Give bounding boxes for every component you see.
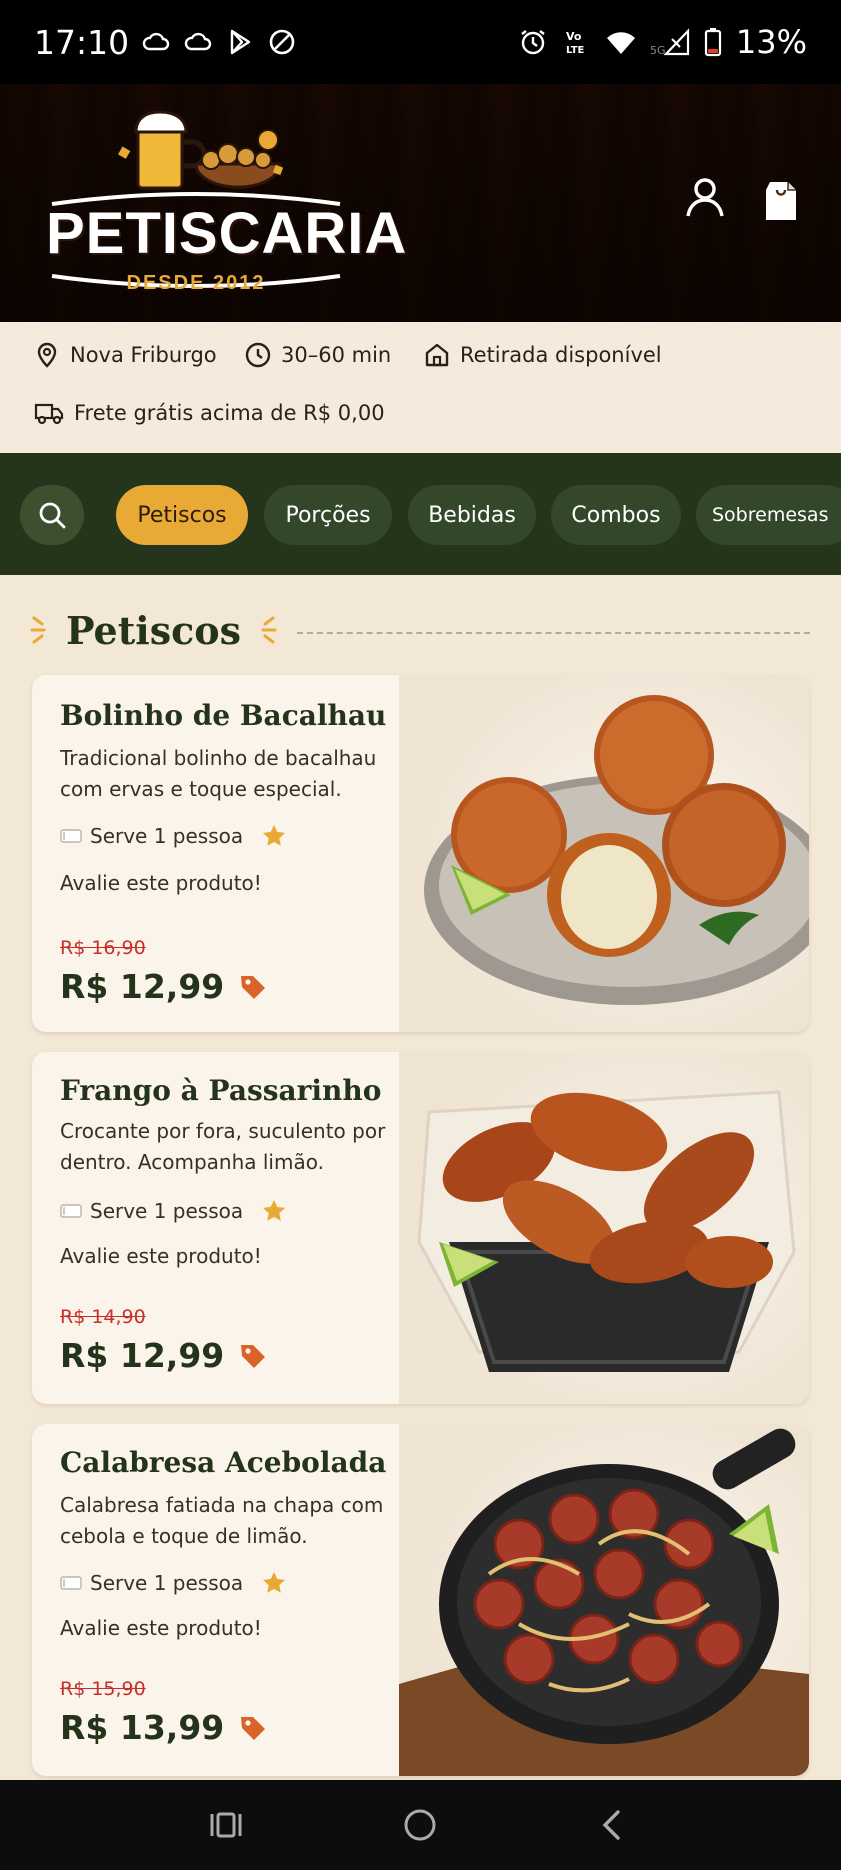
category-chip-combos[interactable]: Combos: [551, 485, 681, 545]
svg-text:Vo: Vo: [566, 30, 582, 43]
plate-icon: [60, 1576, 82, 1590]
calabresa-acebolada-image: [399, 1424, 809, 1776]
product-price: R$ 13,99: [60, 1708, 268, 1747]
product-price: R$ 12,99: [60, 1336, 268, 1375]
category-chip-petiscos[interactable]: Petiscos: [116, 485, 248, 545]
product-description-line: Tradicional bolinho de bacalhau: [60, 746, 377, 770]
product-serves: Serve 1 pessoa: [60, 1198, 287, 1224]
logo-subtitle: DESDE 2012: [126, 272, 266, 294]
old-price: R$ 14,90: [60, 1306, 146, 1328]
product-description: Crocante por fora, suculento por dentro.…: [60, 1116, 400, 1178]
section-divider: [297, 632, 810, 634]
product-card[interactable]: Bolinho de Bacalhau Tradicional bolinho …: [32, 675, 809, 1032]
price-value: R$ 13,99: [60, 1708, 225, 1747]
star-icon[interactable]: [261, 823, 287, 849]
frango-a-passarinho-image: [399, 1052, 809, 1404]
product-name: Frango à Passarinho: [60, 1074, 382, 1107]
alarm-icon: [521, 30, 545, 55]
wifi-icon: [606, 32, 635, 54]
battery-icon: [704, 28, 721, 57]
product-serves-text: Serve 1 pessoa: [90, 824, 244, 848]
category-chip-bebidas[interactable]: Bebidas: [408, 485, 536, 545]
beer-and-snacks-logo-art: [118, 110, 284, 190]
category-bar: Petiscos Porções Bebidas Combos Sobremes…: [0, 453, 841, 575]
product-description-line: com ervas e toque especial.: [60, 777, 342, 801]
product-serves: Serve 1 pessoa: [60, 823, 287, 849]
status-time: 17:10: [34, 22, 130, 62]
search-button[interactable]: [20, 485, 84, 545]
info-location: Nova Friburgo: [34, 342, 217, 368]
svg-text:5G: 5G: [650, 44, 666, 57]
status-left-icons: [141, 27, 297, 57]
status-right: Vo LTE 5G 13%: [518, 23, 807, 61]
plate-icon: [60, 829, 82, 843]
product-name: Bolinho de Bacalhau: [60, 699, 387, 732]
product-description-line: Calabresa fatiada na chapa com: [60, 1493, 384, 1517]
info-pickup-text: Retirada disponível: [460, 343, 662, 367]
product-description-line: Crocante por fora, suculento por: [60, 1119, 386, 1143]
category-chip-porcoes[interactable]: Porções: [264, 485, 392, 545]
svg-text:LTE: LTE: [566, 45, 585, 56]
info-shipping: Frete grátis acima de R$ 0,00: [34, 400, 385, 426]
product-name: Calabresa Acebolada: [60, 1446, 387, 1479]
info-time-text: 30–60 min: [281, 343, 392, 367]
user-icon[interactable]: [684, 176, 726, 218]
product-description-line: dentro. Acompanha limão.: [60, 1150, 324, 1174]
android-nav-bar: [0, 1780, 841, 1870]
volte-icon: Vo LTE: [566, 30, 585, 56]
product-description: Tradicional bolinho de bacalhau com erva…: [60, 743, 400, 805]
sparkle-left-icon: [30, 616, 46, 644]
info-pickup: Retirada disponível: [424, 342, 662, 368]
product-serves-text: Serve 1 pessoa: [90, 1571, 244, 1595]
back-icon[interactable]: [590, 1802, 636, 1848]
location-pin-icon: [37, 342, 57, 368]
star-icon[interactable]: [261, 1198, 287, 1224]
sparkle-right-icon: [261, 616, 277, 644]
store-info: Nova Friburgo 30–60 min Retirada disponí…: [0, 322, 841, 453]
product-card[interactable]: Calabresa Acebolada Calabresa fatiada na…: [32, 1424, 809, 1776]
product-description-line: cebola e toque de limão.: [60, 1524, 308, 1548]
old-price: R$ 15,90: [60, 1678, 146, 1700]
shopping-bag-icon[interactable]: [762, 176, 804, 222]
play-store-icon: [230, 29, 251, 55]
store-icon: [425, 343, 449, 367]
logo-title: PETISCARIA: [46, 201, 408, 266]
price-tag-icon: [241, 1344, 266, 1368]
signal-5g-icon: 5G: [650, 28, 689, 57]
price-value: R$ 12,99: [60, 967, 225, 1006]
plate-icon: [60, 1204, 82, 1218]
product-serves: Serve 1 pessoa: [60, 1570, 287, 1596]
product-description: Calabresa fatiada na chapa com cebola e …: [60, 1490, 400, 1552]
section-header: Petiscos: [30, 600, 810, 660]
old-price: R$ 16,90: [60, 937, 146, 959]
rate-product-link[interactable]: Avalie este produto!: [60, 1616, 262, 1640]
price-value: R$ 12,99: [60, 1336, 225, 1375]
star-icon[interactable]: [261, 1570, 287, 1596]
cloud-icon: [184, 32, 212, 51]
price-tag-icon: [241, 1716, 266, 1740]
section-title: Petiscos: [66, 607, 241, 653]
do-not-disturb-icon: [269, 29, 295, 55]
rate-product-link[interactable]: Avalie este produto!: [60, 1244, 262, 1268]
product-serves-text: Serve 1 pessoa: [90, 1199, 244, 1223]
bolinho-de-bacalhau-image: [399, 675, 809, 1032]
recent-apps-icon[interactable]: [203, 1802, 249, 1848]
info-shipping-text: Frete grátis acima de R$ 0,00: [74, 401, 385, 425]
cloud-icon: [142, 32, 170, 51]
product-card[interactable]: Frango à Passarinho Crocante por fora, s…: [32, 1052, 809, 1404]
search-icon: [39, 502, 66, 529]
battery-percentage: 13%: [735, 23, 807, 61]
info-location-text: Nova Friburgo: [70, 343, 217, 367]
product-price: R$ 12,99: [60, 967, 268, 1006]
clock-icon: [245, 342, 271, 368]
logo[interactable]: PETISCARIA DESDE 2012: [46, 102, 408, 302]
truck-icon: [34, 403, 64, 425]
info-time: 30–60 min: [245, 342, 391, 368]
status-bar: 17:10 Vo LTE 5G 13%: [0, 0, 841, 84]
category-chip-sobremesas[interactable]: Sobremesas: [696, 485, 841, 545]
rate-product-link[interactable]: Avalie este produto!: [60, 871, 262, 895]
home-icon[interactable]: [397, 1802, 443, 1848]
header: PETISCARIA DESDE 2012: [0, 84, 841, 322]
price-tag-icon: [241, 975, 266, 999]
